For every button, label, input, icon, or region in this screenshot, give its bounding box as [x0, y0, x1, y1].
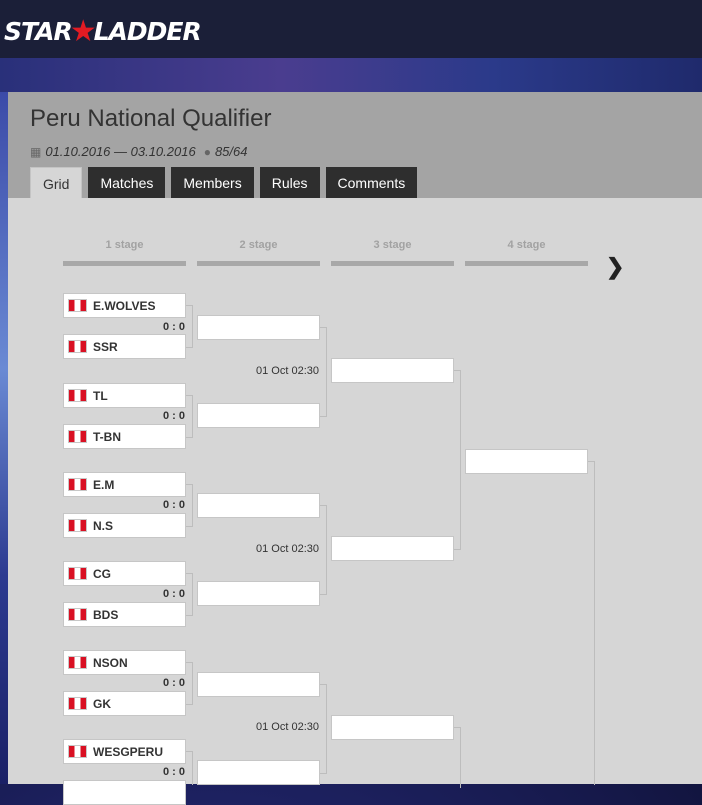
match-3-team-b[interactable]: N.S	[63, 513, 186, 538]
match-6-score: 0 : 0	[162, 766, 185, 778]
peru-flag-icon	[68, 745, 87, 758]
team-name: E.M	[93, 477, 115, 492]
tab-grid[interactable]: Grid	[30, 167, 83, 198]
logo-text-star: STAR	[4, 16, 73, 46]
match-4-team-b[interactable]: BDS	[63, 602, 186, 627]
match-3-team-a[interactable]: E.M	[63, 472, 186, 497]
peru-flag-icon	[68, 697, 87, 710]
round2-slot[interactable]	[197, 581, 320, 606]
bracket-connector	[320, 327, 327, 417]
peru-flag-icon	[68, 430, 87, 443]
top-navigation-bar: STAR ★ LADDER	[0, 0, 702, 59]
match-2-team-b[interactable]: T-BN	[63, 424, 186, 449]
match-1-team-a[interactable]: E.WOLVES	[63, 293, 186, 318]
bracket-connector	[588, 461, 595, 785]
round2-slot[interactable]	[197, 760, 320, 785]
stage-2-header: 2 stage	[239, 239, 278, 251]
round3-slot[interactable]	[331, 536, 454, 561]
match-2-team-a[interactable]: TL	[63, 383, 186, 408]
stage-2-bar	[197, 261, 320, 266]
stage-1-bar	[63, 261, 186, 266]
team-name: N.S	[93, 518, 114, 533]
tournament-meta: ▦ 01.10.2016 — 03.10.2016 ● 85/64	[30, 144, 248, 159]
round3-slot[interactable]	[331, 715, 454, 740]
match-time: 01 Oct 02:30	[256, 365, 319, 377]
match-3-score: 0 : 0	[162, 499, 185, 511]
chevron-right-icon[interactable]: ❯	[606, 254, 624, 280]
match-4-score: 0 : 0	[162, 588, 185, 600]
round2-slot[interactable]	[197, 315, 320, 340]
round4-slot[interactable]	[465, 449, 588, 474]
bracket-connector	[186, 305, 193, 348]
team-name: NSON	[93, 655, 128, 670]
team-name: TL	[93, 388, 108, 403]
tab-comments[interactable]: Comments	[325, 167, 418, 198]
match-6-team-a[interactable]: WESGPERU	[63, 739, 186, 764]
peru-flag-icon	[68, 389, 87, 402]
bracket-connector	[186, 484, 193, 527]
team-name: SSR	[93, 339, 118, 354]
tab-rules[interactable]: Rules	[259, 167, 320, 198]
tournament-panel: Peru National Qualifier ▦ 01.10.2016 — 0…	[8, 92, 702, 805]
match-1-team-b[interactable]: SSR	[63, 334, 186, 359]
stage-4-header: 4 stage	[507, 239, 546, 251]
stage-3-bar	[331, 261, 454, 266]
round2-slot[interactable]	[197, 403, 320, 428]
team-name: BDS	[93, 607, 119, 622]
team-name: T-BN	[93, 429, 121, 444]
peru-flag-icon	[68, 478, 87, 491]
tab-matches[interactable]: Matches	[88, 167, 166, 198]
team-name: WESGPERU	[93, 744, 164, 759]
stage-4-bar	[465, 261, 588, 266]
participants-count: 85/64	[214, 144, 248, 159]
peru-flag-icon	[68, 519, 87, 532]
match-5-team-a[interactable]: NSON	[63, 650, 186, 675]
stage-1-header: 1 stage	[105, 239, 144, 251]
team-name: E.WOLVES	[93, 298, 156, 313]
tournament-tabs: Grid Matches Members Rules Comments	[30, 167, 418, 198]
match-1-score: 0 : 0	[162, 321, 185, 333]
calendar-icon: ▦	[30, 144, 42, 159]
background-banner	[0, 58, 702, 92]
round2-slot[interactable]	[197, 493, 320, 518]
starladder-logo[interactable]: STAR ★ LADDER	[4, 13, 202, 49]
logo-text-ladder: LADDER	[93, 16, 202, 46]
tournament-dates: 01.10.2016 — 03.10.2016	[45, 144, 196, 159]
match-5-score: 0 : 0	[162, 677, 185, 689]
match-5-team-b[interactable]: GK	[63, 691, 186, 716]
tab-members[interactable]: Members	[171, 167, 254, 198]
peru-flag-icon	[68, 299, 87, 312]
stage-3-header: 3 stage	[373, 239, 412, 251]
bracket-connector	[186, 573, 193, 616]
peru-flag-icon	[68, 340, 87, 353]
background-edge	[0, 92, 8, 784]
peru-flag-icon	[68, 567, 87, 580]
bracket-connector	[320, 684, 327, 774]
page-title: Peru National Qualifier	[30, 105, 272, 132]
peru-flag-icon	[68, 656, 87, 669]
tournament-header: Peru National Qualifier ▦ 01.10.2016 — 0…	[8, 92, 702, 198]
match-time: 01 Oct 02:30	[256, 543, 319, 555]
round3-slot[interactable]	[331, 358, 454, 383]
bracket-connector	[186, 395, 193, 438]
bracket-connector	[454, 370, 461, 550]
bracket-connector	[320, 505, 327, 595]
bracket-connector	[186, 751, 193, 785]
peru-flag-icon	[68, 608, 87, 621]
round2-slot[interactable]	[197, 672, 320, 697]
team-name: CG	[93, 566, 111, 581]
bracket-connector	[454, 727, 461, 788]
match-4-team-a[interactable]: CG	[63, 561, 186, 586]
match-time: 01 Oct 02:30	[256, 721, 319, 733]
match-2-score: 0 : 0	[162, 410, 185, 422]
user-icon: ●	[203, 144, 211, 159]
star-icon: ★	[69, 13, 97, 49]
team-name: GK	[93, 696, 111, 711]
bracket-connector	[186, 662, 193, 705]
